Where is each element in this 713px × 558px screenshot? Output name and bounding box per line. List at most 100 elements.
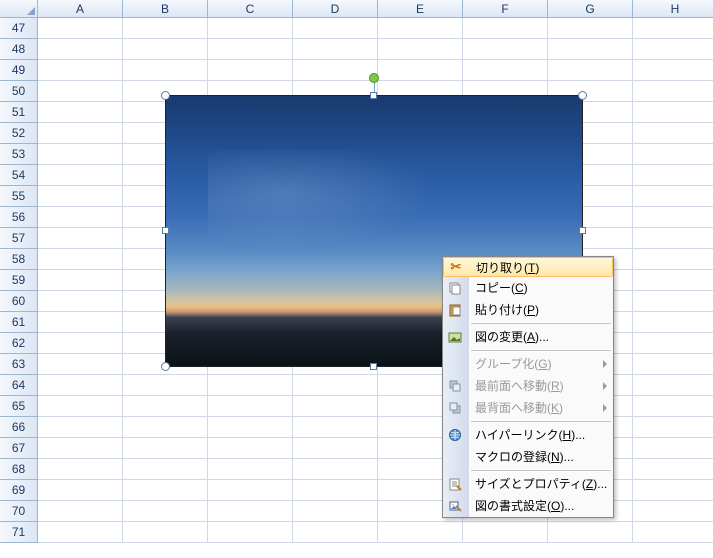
cell[interactable] xyxy=(293,60,378,81)
menu-item-9[interactable]: サイズとプロパティ(Z)... xyxy=(443,473,613,495)
cell[interactable] xyxy=(123,396,208,417)
row-header-68[interactable]: 68 xyxy=(0,459,38,480)
column-header-E[interactable]: E xyxy=(378,0,463,18)
menu-item-10[interactable]: 図の書式設定(O)... xyxy=(443,495,613,517)
row-header-47[interactable]: 47 xyxy=(0,18,38,39)
cell[interactable] xyxy=(123,417,208,438)
cell[interactable] xyxy=(633,291,713,312)
cell[interactable] xyxy=(633,333,713,354)
row-header-49[interactable]: 49 xyxy=(0,60,38,81)
cell[interactable] xyxy=(123,522,208,543)
cell[interactable] xyxy=(38,60,123,81)
cell[interactable] xyxy=(633,522,713,543)
cell[interactable] xyxy=(293,39,378,60)
row-header-52[interactable]: 52 xyxy=(0,123,38,144)
cell[interactable] xyxy=(548,522,633,543)
row-header-63[interactable]: 63 xyxy=(0,354,38,375)
cell[interactable] xyxy=(633,81,713,102)
cell[interactable] xyxy=(123,459,208,480)
select-all-corner[interactable] xyxy=(0,0,38,18)
menu-item-1[interactable]: コピー(C) xyxy=(443,277,613,299)
cell[interactable] xyxy=(633,417,713,438)
cell[interactable] xyxy=(38,438,123,459)
cell[interactable] xyxy=(123,18,208,39)
cell[interactable] xyxy=(293,522,378,543)
cell[interactable] xyxy=(38,228,123,249)
row-header-69[interactable]: 69 xyxy=(0,480,38,501)
cell[interactable] xyxy=(463,60,548,81)
column-header-B[interactable]: B xyxy=(123,0,208,18)
cell[interactable] xyxy=(378,39,463,60)
cell[interactable] xyxy=(123,501,208,522)
menu-item-0[interactable]: ✂切り取り(T) xyxy=(443,257,613,277)
cell[interactable] xyxy=(38,480,123,501)
resize-handle-bottom-left[interactable] xyxy=(161,362,170,371)
cell[interactable] xyxy=(463,522,548,543)
cell[interactable] xyxy=(208,522,293,543)
cell[interactable] xyxy=(633,375,713,396)
cell[interactable] xyxy=(38,375,123,396)
cell[interactable] xyxy=(633,60,713,81)
menu-item-3[interactable]: 図の変更(A)... xyxy=(443,326,613,348)
cell[interactable] xyxy=(633,459,713,480)
cell[interactable] xyxy=(293,18,378,39)
row-header-61[interactable]: 61 xyxy=(0,312,38,333)
cell[interactable] xyxy=(633,396,713,417)
column-header-A[interactable]: A xyxy=(38,0,123,18)
cell[interactable] xyxy=(208,60,293,81)
cell[interactable] xyxy=(633,123,713,144)
cell[interactable] xyxy=(548,18,633,39)
column-header-F[interactable]: F xyxy=(463,0,548,18)
cell[interactable] xyxy=(208,480,293,501)
cell[interactable] xyxy=(38,459,123,480)
row-header-71[interactable]: 71 xyxy=(0,522,38,543)
row-header-48[interactable]: 48 xyxy=(0,39,38,60)
row-header-58[interactable]: 58 xyxy=(0,249,38,270)
cell[interactable] xyxy=(208,417,293,438)
cell[interactable] xyxy=(208,459,293,480)
row-header-51[interactable]: 51 xyxy=(0,102,38,123)
cell[interactable] xyxy=(38,354,123,375)
cell[interactable] xyxy=(123,39,208,60)
cell[interactable] xyxy=(38,417,123,438)
column-header-G[interactable]: G xyxy=(548,0,633,18)
cell[interactable] xyxy=(463,18,548,39)
menu-item-7[interactable]: ハイパーリンク(H)... xyxy=(443,424,613,446)
column-header-C[interactable]: C xyxy=(208,0,293,18)
cell[interactable] xyxy=(293,459,378,480)
cell[interactable] xyxy=(123,60,208,81)
cell[interactable] xyxy=(293,375,378,396)
cell[interactable] xyxy=(633,501,713,522)
cell[interactable] xyxy=(38,333,123,354)
row-header-64[interactable]: 64 xyxy=(0,375,38,396)
cell[interactable] xyxy=(38,207,123,228)
cell[interactable] xyxy=(633,480,713,501)
cell[interactable] xyxy=(378,522,463,543)
cell[interactable] xyxy=(208,438,293,459)
cell[interactable] xyxy=(633,186,713,207)
cell[interactable] xyxy=(633,39,713,60)
cell[interactable] xyxy=(38,123,123,144)
row-header-57[interactable]: 57 xyxy=(0,228,38,249)
cell[interactable] xyxy=(633,438,713,459)
cell[interactable] xyxy=(208,39,293,60)
resize-handle-mid-right[interactable] xyxy=(579,227,586,234)
cell[interactable] xyxy=(123,438,208,459)
cell[interactable] xyxy=(208,396,293,417)
cell[interactable] xyxy=(293,438,378,459)
cell[interactable] xyxy=(38,18,123,39)
cell[interactable] xyxy=(123,480,208,501)
cell[interactable] xyxy=(38,102,123,123)
cell[interactable] xyxy=(293,396,378,417)
cell[interactable] xyxy=(548,39,633,60)
cell[interactable] xyxy=(208,501,293,522)
row-header-65[interactable]: 65 xyxy=(0,396,38,417)
cell[interactable] xyxy=(633,312,713,333)
row-header-56[interactable]: 56 xyxy=(0,207,38,228)
row-header-67[interactable]: 67 xyxy=(0,438,38,459)
cell[interactable] xyxy=(633,207,713,228)
row-header-66[interactable]: 66 xyxy=(0,417,38,438)
cell[interactable] xyxy=(378,18,463,39)
cell[interactable] xyxy=(38,81,123,102)
cell[interactable] xyxy=(208,375,293,396)
